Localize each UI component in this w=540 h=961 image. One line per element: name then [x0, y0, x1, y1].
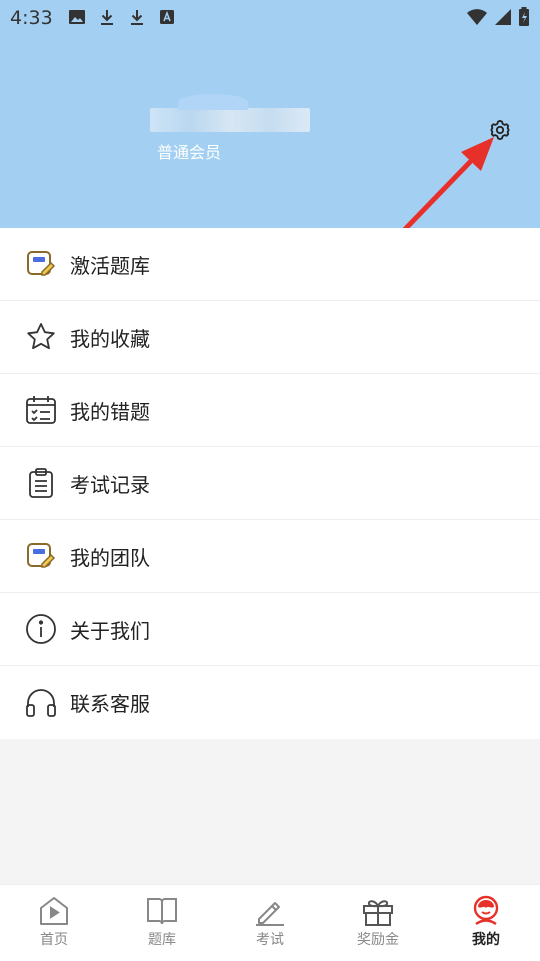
- tab-mine[interactable]: 我的: [432, 885, 540, 961]
- menu-label: 我的错题: [70, 399, 150, 424]
- status-bar: 4:33: [0, 0, 540, 36]
- member-level: 普通会员: [157, 143, 222, 162]
- home-play-icon: [40, 897, 68, 925]
- settings-button[interactable]: [486, 116, 514, 144]
- menu-label: 激活题库: [70, 253, 150, 278]
- menu-item-exam-records[interactable]: 考试记录: [0, 447, 540, 520]
- menu-label: 关于我们: [70, 618, 150, 643]
- menu-label: 我的收藏: [70, 326, 150, 351]
- headset-icon: [26, 688, 56, 717]
- tab-question-bank[interactable]: 题库: [108, 885, 216, 961]
- star-icon: [27, 323, 55, 350]
- team-card-icon: [27, 543, 56, 568]
- status-time: 4:33: [10, 7, 53, 29]
- bottom-tab-bar: 首页 题库 考试 奖励金 我的: [0, 884, 540, 961]
- menu-item-my-team[interactable]: 我的团队: [0, 520, 540, 593]
- username-blurred: [150, 94, 310, 132]
- menu-item-favorites[interactable]: 我的收藏: [0, 301, 540, 374]
- info-icon: [26, 614, 56, 644]
- calendar-list-icon: [26, 396, 56, 424]
- wifi-icon: [467, 9, 487, 25]
- menu-item-activate-bank[interactable]: 激活题库: [0, 228, 540, 301]
- menu-list: 激活题库 我的收藏 我的错题 考试记录 我的团队 关于我们 联系客服: [0, 228, 540, 739]
- profile-mascot-icon: [473, 895, 499, 926]
- gear-icon: [490, 119, 510, 141]
- menu-label: 我的团队: [70, 545, 150, 570]
- clipboard-icon: [29, 468, 53, 498]
- tab-label: 首页: [40, 932, 68, 948]
- download-icon: [131, 10, 143, 25]
- menu-label: 考试记录: [70, 472, 150, 497]
- menu-item-customer-service[interactable]: 联系客服: [0, 666, 540, 739]
- tab-exam[interactable]: 考试: [216, 885, 324, 961]
- gift-icon: [363, 900, 393, 926]
- text-a-icon: [160, 10, 174, 24]
- pencil-icon: [256, 902, 284, 926]
- tab-label: 奖励金: [357, 932, 399, 948]
- tab-home[interactable]: 首页: [0, 885, 108, 961]
- menu-label: 联系客服: [70, 692, 150, 716]
- menu-item-wrong-questions[interactable]: 我的错题: [0, 374, 540, 447]
- activate-bank-icon: [27, 251, 56, 276]
- tab-label: 考试: [256, 932, 284, 948]
- download-icon: [101, 10, 113, 25]
- signal-icon: [495, 9, 511, 25]
- battery-icon: [519, 7, 529, 26]
- tab-label: 我的: [472, 932, 500, 948]
- menu-item-about-us[interactable]: 关于我们: [0, 593, 540, 666]
- book-icon: [147, 898, 177, 925]
- tab-label: 题库: [148, 932, 176, 948]
- image-icon: [69, 10, 85, 24]
- tab-rewards[interactable]: 奖励金: [324, 885, 432, 961]
